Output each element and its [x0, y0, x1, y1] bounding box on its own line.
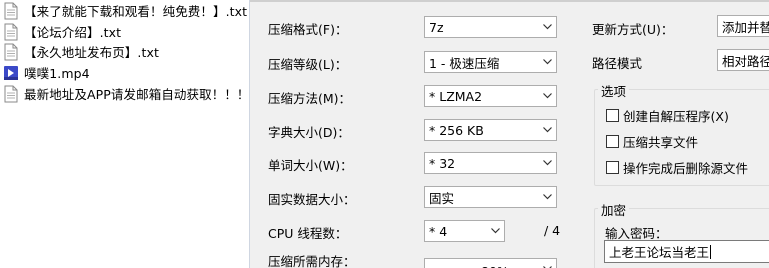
dict-select[interactable]: * 256 KB	[424, 119, 557, 141]
method-value: * LZMA2	[429, 88, 483, 104]
file-name: 【永久地址发布页】.txt	[24, 45, 159, 60]
text-file-icon	[3, 23, 19, 41]
option-label: 创建自解压程序(X)	[623, 109, 729, 124]
threads-max: / 4	[544, 223, 561, 238]
encrypt-title: 加密	[598, 200, 630, 219]
word-select[interactable]: * 32	[424, 152, 557, 174]
dict-label: 字典大小(D)：	[268, 125, 350, 140]
file-list: 【来了就能下载和观看！纯免费！】.txt 【论坛介绍】.txt 【永久地址发布页…	[0, 0, 249, 268]
method-select[interactable]: * LZMA2	[424, 85, 557, 107]
chevron-down-icon	[538, 86, 556, 106]
word-label: 单词大小(W)：	[268, 158, 353, 173]
file-row[interactable]: 【来了就能下载和观看！纯免费！】.txt	[0, 0, 249, 21]
path-label: 路径模式	[592, 56, 643, 71]
memory-select[interactable]: 80%	[424, 258, 557, 268]
chevron-down-icon	[538, 153, 556, 173]
solid-select[interactable]: 固实	[424, 186, 557, 208]
level-label: 压缩等级(L)：	[268, 57, 348, 72]
option-delete[interactable]: 操作完成后删除源文件	[606, 158, 748, 177]
threads-select[interactable]: * 4	[424, 220, 505, 242]
word-value: * 32	[429, 155, 456, 171]
file-name: 【论坛介绍】.txt	[24, 25, 122, 40]
shared-checkbox[interactable]	[606, 135, 619, 148]
memory-value: 80%	[425, 260, 538, 268]
chevron-down-icon	[538, 187, 556, 207]
file-row[interactable]: 【永久地址发布页】.txt	[0, 41, 249, 62]
chevron-down-icon	[538, 259, 556, 268]
chevron-down-icon	[538, 120, 556, 140]
file-name: 最新地址及APP请发邮箱自动获取！！！....	[24, 87, 249, 102]
update-select[interactable]: 添加并替	[717, 15, 769, 37]
password-value: 上老王论坛当老王	[609, 245, 710, 260]
format-select[interactable]: 7z	[424, 16, 557, 38]
update-label: 更新方式(U)：	[592, 22, 674, 37]
file-row[interactable]: 噗噗1.mp4	[0, 62, 249, 83]
options-title: 选项	[598, 81, 630, 100]
chevron-down-icon	[538, 52, 556, 72]
option-shared[interactable]: 压缩共享文件	[606, 132, 698, 151]
file-name: 噗噗1.mp4	[24, 66, 90, 81]
path-value: 相对路径	[722, 53, 769, 69]
delete-checkbox[interactable]	[606, 161, 619, 174]
level-value: 1 - 极速压缩	[429, 55, 500, 71]
text-file-icon	[3, 2, 19, 20]
option-sfx[interactable]: 创建自解压程序(X)	[606, 106, 729, 125]
file-row[interactable]: 【论坛介绍】.txt	[0, 21, 249, 42]
compress-dialog: 压缩格式(F)： 压缩等级(L)： 压缩方法(M)： 字典大小(D)： 单词大小…	[250, 0, 769, 268]
level-select[interactable]: 1 - 极速压缩	[424, 51, 557, 73]
chevron-down-icon	[538, 17, 556, 37]
update-value: 添加并替	[722, 19, 769, 35]
archive-window: 【来了就能下载和观看！纯免费！】.txt 【论坛介绍】.txt 【永久地址发布页…	[0, 0, 769, 268]
format-value: 7z	[429, 19, 444, 35]
threads-label: CPU 线程数：	[268, 226, 348, 241]
format-label: 压缩格式(F)：	[268, 22, 348, 37]
video-file-icon	[3, 64, 19, 82]
password-input[interactable]: 上老王论坛当老王	[604, 240, 769, 263]
text-file-icon	[3, 85, 19, 103]
file-row[interactable]: 最新地址及APP请发邮箱自动获取！！！....	[0, 83, 249, 104]
option-label: 操作完成后删除源文件	[623, 161, 749, 176]
file-name: 【来了就能下载和观看！纯免费！】.txt	[24, 4, 248, 19]
chevron-down-icon	[486, 221, 504, 241]
option-label: 压缩共享文件	[623, 135, 699, 150]
sfx-checkbox[interactable]	[606, 109, 619, 122]
text-caret	[710, 244, 712, 259]
threads-value: * 4	[429, 223, 448, 239]
path-select[interactable]: 相对路径	[717, 49, 769, 71]
solid-label: 固实数据大小：	[268, 192, 356, 207]
solid-value: 固实	[429, 190, 455, 206]
dialog-border	[250, 0, 769, 2]
dict-value: * 256 KB	[429, 122, 484, 138]
text-file-icon	[3, 43, 19, 61]
memory-label: 压缩所需内存：	[268, 254, 356, 268]
method-label: 压缩方法(M)：	[268, 91, 352, 106]
